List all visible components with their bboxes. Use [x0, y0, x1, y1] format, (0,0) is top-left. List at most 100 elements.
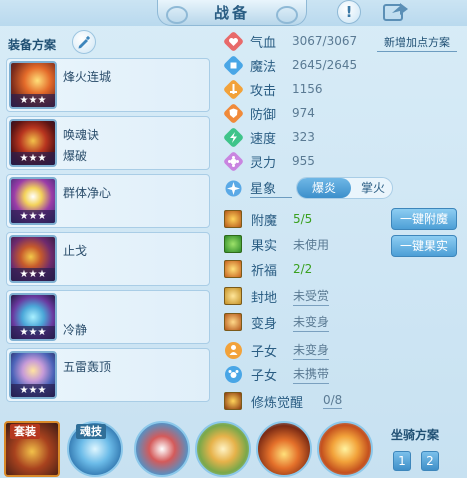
mount-scheme-2-button[interactable]: 2 — [421, 451, 439, 471]
stat-attack: 攻击 1156 — [224, 79, 323, 99]
element-toggle[interactable]: 爆炎 掌火 — [296, 177, 393, 199]
equipment-6-name: 五雷轰顶 — [63, 360, 112, 374]
stat-spirit-value: 955 — [292, 154, 315, 168]
star-sign-icon — [225, 180, 242, 196]
stat-attack-value: 1156 — [292, 82, 323, 96]
equipment-row-3[interactable]: ★★★ 群体净心 — [6, 174, 210, 228]
stat-defense: 防御 974 — [224, 103, 315, 123]
skill-slot-2[interactable] — [195, 421, 251, 477]
skill-slot-4[interactable] — [317, 421, 373, 477]
equipment-3-name: 群体净心 — [63, 186, 112, 200]
one-click-fruit-button[interactable]: 一键果实 — [391, 235, 457, 257]
help-icon[interactable]: ! — [337, 0, 361, 24]
extra-child-1: 子女 未变身 — [224, 340, 330, 360]
equipment-6-icon: ★★★ — [9, 351, 57, 399]
extra-blessing-value: 2/2 — [293, 262, 313, 276]
equipment-4-name: 止戈 — [63, 244, 88, 258]
extra-child-2: 子女 未携带 — [224, 364, 330, 384]
stat-speed-label: 速度 — [250, 131, 277, 147]
equipment-5-sub: 冷静 — [63, 323, 88, 337]
equipment-row-4[interactable]: ★★★ 止戈 — [6, 232, 210, 286]
stat-spirit: 灵力 955 — [224, 151, 315, 171]
shield-icon — [224, 103, 243, 123]
equipment-2-stars: ★★★ — [11, 152, 55, 165]
element-option-1[interactable]: 爆炎 — [297, 178, 351, 198]
equipment-2-name: 唤魂诀 — [63, 128, 100, 142]
equipment-row-1[interactable]: ★★★ 烽火连城 — [6, 58, 210, 112]
stat-mp: 魔法 2645/2645 — [224, 55, 357, 75]
share-icon[interactable] — [382, 0, 410, 22]
equipment-4-icon: ★★★ — [9, 235, 57, 283]
extra-child-1-label: 子女 — [251, 344, 278, 360]
extra-blessing-label: 祈福 — [251, 263, 278, 279]
element-option-2[interactable]: 掌火 — [353, 178, 393, 198]
extra-cultivation: 修炼觉醒 0/8 — [224, 391, 343, 411]
sword-icon — [224, 79, 243, 99]
speed-icon — [224, 127, 243, 147]
equipment-list: ★★★ 烽火连城 ★★★ 唤魂诀 爆破 ★★★ 群体净心 ★★★ 止戈 ★★★ — [6, 58, 210, 406]
extra-fief-label: 封地 — [251, 290, 278, 306]
page-title-text: 战备 — [213, 4, 250, 22]
enchant-icon — [224, 210, 242, 228]
equipment-5-stars: ★★★ — [11, 326, 55, 339]
element-row: 星象 — [224, 178, 292, 198]
stat-speed-value: 323 — [292, 130, 315, 144]
heart-icon — [224, 31, 243, 51]
mana-icon — [224, 55, 243, 75]
extra-fruit-value: 未使用 — [293, 237, 330, 252]
extra-child-2-value[interactable]: 未携带 — [293, 365, 330, 384]
child-blue-icon — [225, 365, 242, 383]
page-title: 战备 — [157, 0, 307, 26]
transform-icon — [224, 313, 242, 331]
stat-speed: 速度 323 — [224, 127, 315, 147]
equipment-1-name: 烽火连城 — [63, 70, 112, 84]
element-label: 星象 — [250, 178, 292, 198]
add-points-scheme-button[interactable]: 新增加点方案 — [377, 34, 457, 52]
extra-fruit: 果实 未使用 — [224, 234, 329, 254]
skill-slot-1[interactable] — [134, 421, 190, 477]
stat-mp-value: 2645/2645 — [292, 58, 358, 72]
stat-hp-label: 气血 — [250, 35, 277, 51]
extra-blessing: 祈福 2/2 — [224, 259, 312, 279]
extra-child-2-label: 子女 — [251, 368, 278, 384]
equipment-row-6[interactable]: ★★★ 五雷轰顶 — [6, 348, 210, 402]
equipment-2-sub: 爆破 — [63, 149, 88, 163]
suit-label: 套装 — [10, 424, 40, 439]
extra-fruit-label: 果实 — [251, 238, 278, 254]
equipment-5-icon: ★★★ — [9, 293, 57, 341]
edit-scheme-icon[interactable] — [72, 30, 96, 54]
child-orange-icon — [225, 341, 242, 359]
equipment-scheme-label: 装备方案 — [8, 38, 57, 52]
blessing-icon — [224, 260, 242, 278]
fief-icon — [224, 287, 242, 305]
skill-slot-3[interactable] — [256, 421, 312, 477]
extra-cultivation-label: 修炼觉醒 — [251, 395, 304, 411]
equipment-4-stars: ★★★ — [11, 268, 55, 281]
mount-scheme-1-button[interactable]: 1 — [393, 451, 411, 471]
cultivation-icon — [224, 392, 242, 410]
equipment-3-stars: ★★★ — [11, 210, 55, 223]
extra-enchant: 附魔 5/5 — [224, 209, 312, 229]
stat-defense-value: 974 — [292, 106, 315, 120]
extra-transform-label: 变身 — [251, 316, 278, 332]
extra-transform-value[interactable]: 未变身 — [293, 313, 330, 332]
extra-child-1-value[interactable]: 未变身 — [293, 341, 330, 360]
equipment-2-icon: ★★★ — [9, 119, 57, 167]
equipment-row-5[interactable]: ★★★ 冷静 — [6, 290, 210, 344]
extra-fief-value[interactable]: 未受赏 — [293, 287, 330, 306]
mount-scheme-label: 坐骑方案 — [391, 428, 440, 442]
equipment-6-stars: ★★★ — [11, 384, 55, 397]
equipment-1-stars: ★★★ — [11, 94, 55, 107]
extra-cultivation-value[interactable]: 0/8 — [323, 393, 343, 409]
stat-hp-value: 3067/3067 — [292, 34, 358, 48]
stat-spirit-label: 灵力 — [250, 155, 277, 171]
stat-mp-label: 魔法 — [250, 59, 277, 75]
soul-skill-label: 魂技 — [76, 424, 106, 439]
stat-defense-label: 防御 — [250, 107, 277, 123]
stat-hp: 气血 3067/3067 — [224, 31, 357, 51]
one-click-enchant-button[interactable]: 一键附魔 — [391, 208, 457, 230]
equipment-3-icon: ★★★ — [9, 177, 57, 225]
extra-enchant-label: 附魔 — [251, 213, 278, 229]
equipment-row-2[interactable]: ★★★ 唤魂诀 爆破 — [6, 116, 210, 170]
stat-attack-label: 攻击 — [250, 83, 277, 99]
